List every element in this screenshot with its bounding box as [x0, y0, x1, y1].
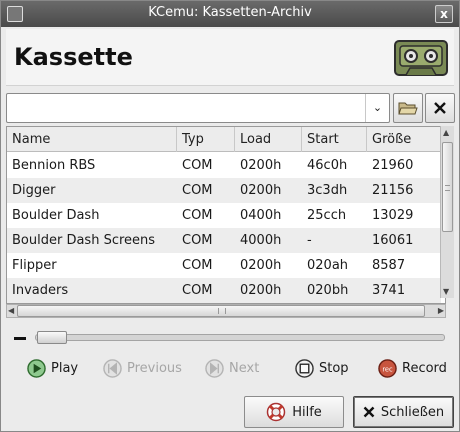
table-row[interactable]: Digger COM 0200h 3c3dh 21156: [7, 178, 441, 203]
cell-size: 21156: [372, 183, 414, 198]
close-button[interactable]: Schließen: [353, 396, 454, 428]
cell-size: 13029: [372, 208, 414, 223]
cell-start: -: [307, 233, 312, 248]
open-file-button[interactable]: [393, 93, 423, 123]
cell-load: 0200h: [240, 183, 282, 198]
next-icon: [205, 358, 224, 378]
cell-load: 4000h: [240, 233, 282, 248]
table-row[interactable]: Flipper COM 0200h 020ah 8587: [7, 253, 441, 278]
column-header-name[interactable]: Name: [7, 127, 177, 152]
title-bar[interactable]: KCemu: Kassetten-Archiv x: [1, 1, 459, 27]
table-row[interactable]: Boulder Dash Screens COM 4000h - 16061: [7, 228, 441, 253]
record-icon: rec: [378, 358, 397, 378]
play-icon: [27, 358, 46, 378]
record-button[interactable]: rec Record: [378, 357, 447, 379]
scroll-up-icon[interactable]: ▲: [443, 128, 449, 137]
previous-button[interactable]: Previous: [103, 357, 182, 379]
cell-start: 3c3dh: [307, 183, 348, 198]
stop-icon: [295, 358, 314, 378]
table-horizontal-scrollbar[interactable]: ◀ ▶: [6, 304, 446, 318]
scroll-left-icon[interactable]: ◀: [8, 306, 14, 315]
scroll-down-icon[interactable]: ▼: [443, 287, 449, 296]
help-button[interactable]: Hilfe: [244, 396, 344, 428]
previous-label: Previous: [127, 360, 182, 376]
stop-label: Stop: [319, 360, 349, 376]
cassette-archive-window: KCemu: Kassetten-Archiv x Kassette ⌄ Nam…: [0, 0, 460, 432]
cell-start: 46c0h: [307, 158, 348, 173]
cell-type: COM: [182, 208, 213, 223]
file-combo[interactable]: ⌄: [6, 93, 390, 123]
next-button[interactable]: Next: [205, 357, 259, 379]
header-title: Kassette: [14, 43, 133, 71]
cell-size: 8587: [372, 258, 406, 273]
cell-name: Boulder Dash Screens: [12, 233, 156, 248]
cell-start: 020bh: [307, 283, 349, 298]
vertical-scroll-thumb[interactable]: [442, 142, 453, 232]
cell-name: Invaders: [12, 283, 69, 298]
window-close-button[interactable]: x: [435, 5, 453, 23]
cell-start: 25cch: [307, 208, 347, 223]
column-header-start[interactable]: Start: [302, 127, 367, 152]
column-header-load[interactable]: Load: [235, 127, 302, 152]
lifebuoy-icon: [266, 402, 286, 422]
svg-text:rec: rec: [382, 365, 393, 373]
cell-type: COM: [182, 158, 213, 173]
help-label: Hilfe: [292, 404, 322, 420]
table-row[interactable]: Boulder Dash COM 0400h 25cch 13029: [7, 203, 441, 228]
cell-size: 21960: [372, 158, 414, 173]
cell-name: Boulder Dash: [12, 208, 100, 223]
play-label: Play: [51, 360, 79, 376]
clear-button[interactable]: [425, 93, 455, 123]
tape-position-slider[interactable]: [35, 334, 445, 341]
cell-size: 3741: [372, 283, 406, 298]
cell-type: COM: [182, 283, 213, 298]
horizontal-scroll-thumb[interactable]: [17, 305, 425, 317]
cell-name: Digger: [12, 183, 56, 198]
cell-size: 16061: [372, 233, 414, 248]
next-label: Next: [229, 360, 260, 376]
cell-name: Flipper: [12, 258, 57, 273]
cell-load: 0200h: [240, 158, 282, 173]
close-icon: [434, 102, 446, 114]
play-button[interactable]: Play: [27, 357, 78, 379]
cell-start: 020ah: [307, 258, 349, 273]
cassette-table: Name Typ Load Start Größe Bennion RBS CO…: [6, 126, 446, 304]
cell-type: COM: [182, 183, 213, 198]
close-icon: [363, 406, 375, 418]
table-header: Name Typ Load Start Größe: [7, 127, 441, 152]
cell-type: COM: [182, 233, 213, 248]
table-row[interactable]: Invaders COM 0200h 020bh 3741: [7, 278, 441, 303]
cell-name: Bennion RBS: [12, 158, 96, 173]
cell-load: 0200h: [240, 258, 282, 273]
column-header-size[interactable]: Größe: [367, 127, 441, 152]
stop-button[interactable]: Stop: [295, 357, 349, 379]
folder-open-icon: [398, 102, 418, 115]
close-label: Schließen: [380, 404, 445, 420]
window-title: KCemu: Kassetten-Archiv: [148, 5, 312, 20]
cassette-icon: [394, 40, 448, 76]
tape-position-knob[interactable]: [37, 331, 67, 344]
table-row[interactable]: Bennion RBS COM 0200h 46c0h 21960: [7, 153, 441, 178]
column-header-type[interactable]: Typ: [177, 127, 235, 152]
cell-load: 0200h: [240, 283, 282, 298]
scroll-right-icon[interactable]: ▶: [438, 306, 444, 315]
record-label: Record: [402, 360, 447, 376]
cell-type: COM: [182, 258, 213, 273]
table-vertical-scrollbar[interactable]: ▲ ▼: [440, 126, 454, 298]
tape-position-marker: [14, 337, 26, 340]
previous-icon: [103, 358, 122, 378]
cell-load: 0400h: [240, 208, 282, 223]
chevron-down-icon[interactable]: ⌄: [365, 94, 389, 122]
dialog-header: Kassette: [6, 29, 454, 86]
